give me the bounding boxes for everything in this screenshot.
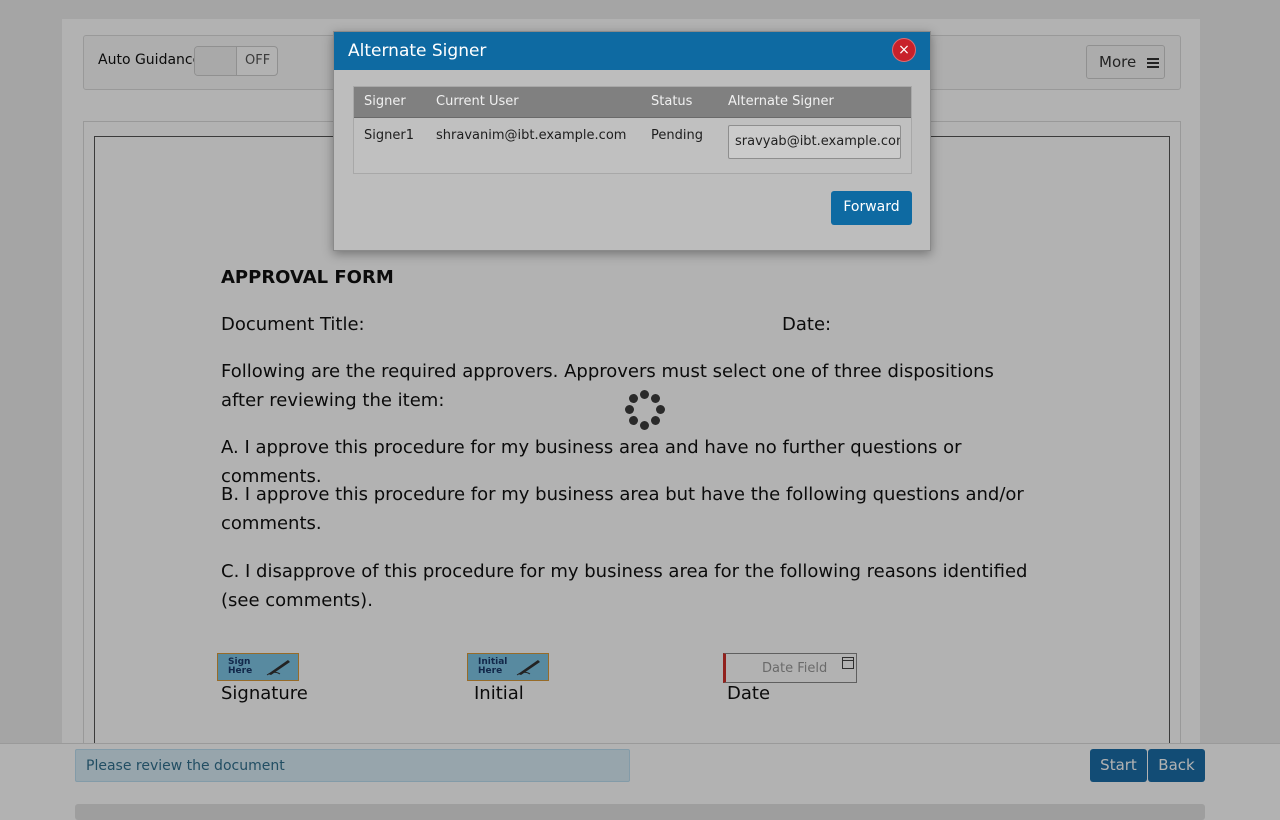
- close-icon[interactable]: ×: [892, 38, 916, 62]
- alternate-signer-input[interactable]: sravyab@ibt.example.com: [728, 125, 901, 159]
- cell-current-user: shravanim@ibt.example.com: [436, 128, 627, 143]
- cell-status: Pending: [651, 128, 703, 143]
- dialog-title: Alternate Signer: [348, 41, 487, 61]
- forward-button[interactable]: Forward: [831, 191, 912, 225]
- loading-spinner-icon: [625, 390, 665, 430]
- dialog-header: Alternate Signer ×: [334, 32, 930, 70]
- column-header-alternate-signer: Alternate Signer: [728, 94, 834, 109]
- column-header-status: Status: [651, 94, 693, 109]
- signer-table: Signer Current User Status Alternate Sig…: [353, 86, 912, 174]
- table-header-row: Signer Current User Status Alternate Sig…: [354, 87, 911, 118]
- alternate-signer-dialog: Alternate Signer × Signer Current User S…: [333, 31, 931, 251]
- column-header-signer: Signer: [364, 94, 406, 109]
- column-header-current-user: Current User: [436, 94, 519, 109]
- cell-signer: Signer1: [364, 128, 414, 143]
